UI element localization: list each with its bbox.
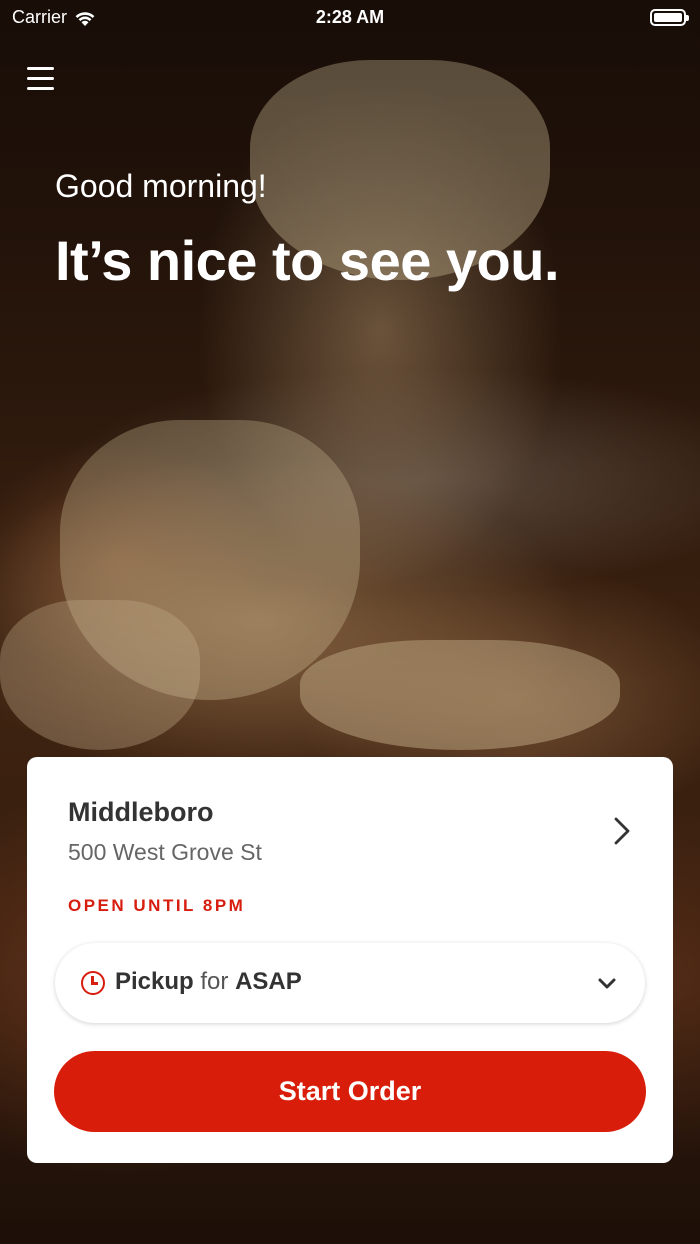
battery-level (654, 13, 682, 22)
hamburger-menu-icon[interactable] (27, 67, 55, 91)
location-card: Middleboro 500 West Grove St OPEN UNTIL … (27, 757, 673, 1163)
status-time: 2:28 AM (315, 7, 385, 27)
location-selector[interactable]: Middleboro 500 West Grove St (27, 757, 673, 877)
status-bar: Carrier 2:28 AM (0, 0, 700, 36)
clock-icon (81, 971, 105, 995)
menu-line (27, 67, 54, 70)
menu-line (27, 87, 54, 90)
chevron-down-icon (598, 978, 616, 989)
battery-icon (650, 9, 689, 26)
menu-line (27, 77, 54, 80)
welcome-headline: It’s nice to see you. (55, 229, 560, 292)
order-type-label: Pickup for ASAP (115, 968, 302, 996)
order-type-dropdown[interactable]: Pickup for ASAP (55, 943, 645, 1023)
open-hours-status: OPEN UNTIL 8PM (68, 896, 246, 915)
start-order-button[interactable]: Start Order (54, 1051, 646, 1132)
order-time: ASAP (235, 968, 302, 995)
location-address: 500 West Grove St (68, 839, 262, 865)
order-mode: Pickup (115, 968, 194, 995)
greeting-text: Good morning! (55, 168, 267, 204)
location-name: Middleboro (68, 797, 214, 827)
order-connector: for (200, 968, 229, 995)
chevron-right-icon (614, 817, 630, 845)
